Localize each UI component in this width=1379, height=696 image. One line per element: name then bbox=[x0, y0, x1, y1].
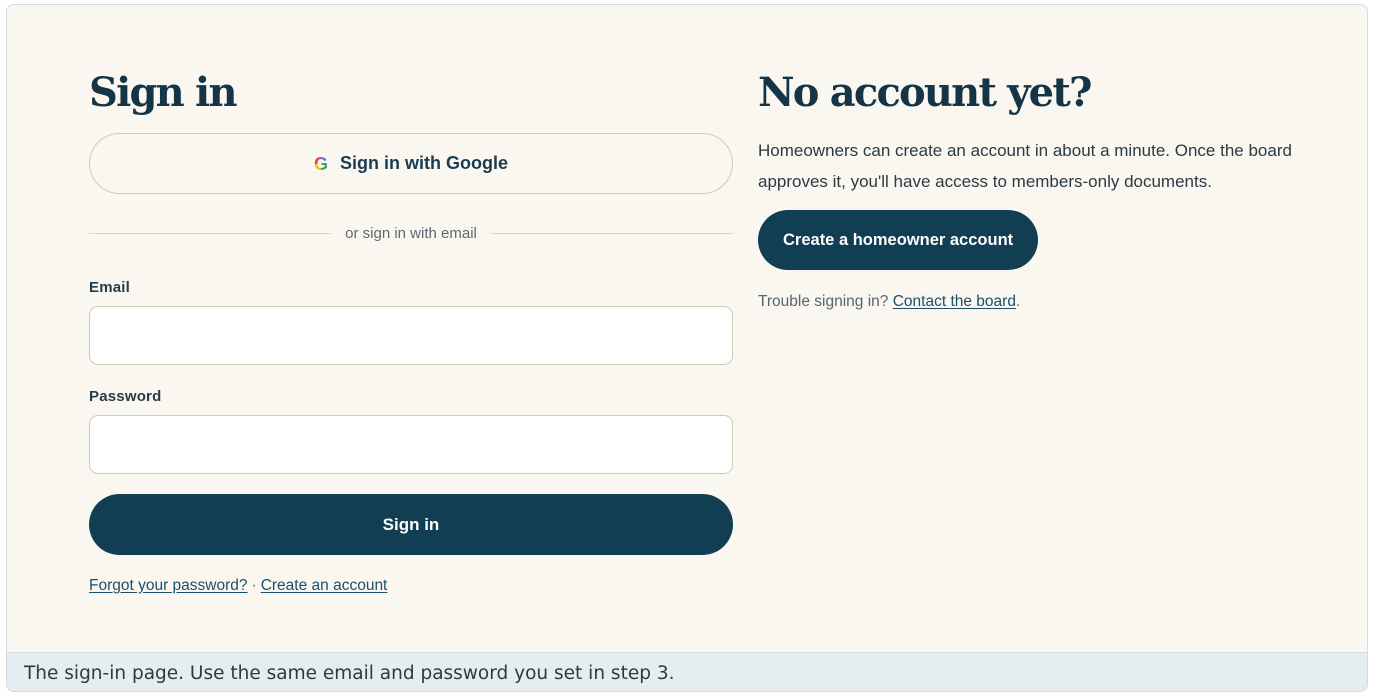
trouble-prefix: Trouble signing in? bbox=[758, 293, 889, 310]
signin-links: Forgot your password? · Create an account bbox=[89, 577, 387, 595]
divider-line-right bbox=[490, 232, 733, 234]
trouble-signing-in: Trouble signing in? Contact the board. bbox=[758, 293, 1020, 311]
forgot-password-link[interactable]: Forgot your password? bbox=[89, 577, 248, 594]
contact-board-link[interactable]: Contact the board bbox=[893, 293, 1016, 310]
google-signin-label: Sign in with Google bbox=[340, 153, 508, 173]
create-homeowner-account-button[interactable]: Create a homeowner account bbox=[758, 210, 1039, 270]
links-separator: · bbox=[251, 577, 257, 594]
email-label: Email bbox=[89, 279, 131, 296]
divider-line-left bbox=[89, 232, 332, 234]
signin-button[interactable]: Sign in bbox=[89, 494, 733, 555]
password-label: Password bbox=[89, 388, 162, 405]
signup-heading: No account yet? bbox=[758, 69, 1092, 116]
divider-text: or sign in with email bbox=[345, 224, 477, 242]
google-signin-button[interactable]: G Sign in with Google bbox=[89, 133, 733, 194]
trouble-suffix: . bbox=[1015, 293, 1021, 310]
signup-description: Homeowners can create an account in abou… bbox=[758, 135, 1367, 197]
signup-description-line-1: Homeowners can create an account in abou… bbox=[758, 141, 1292, 160]
signin-page: Sign in G Sign in with Google or sign in… bbox=[7, 5, 1367, 652]
signin-heading: Sign in bbox=[89, 69, 238, 116]
password-field[interactable] bbox=[89, 415, 733, 474]
signup-description-line-2: approves it, you'll have access to membe… bbox=[758, 172, 1212, 191]
email-field[interactable] bbox=[89, 306, 733, 365]
google-icon: G bbox=[313, 153, 328, 174]
figure-caption: The sign-in page. Use the same email and… bbox=[7, 652, 1367, 691]
email-divider: or sign in with email bbox=[89, 223, 733, 243]
create-account-link[interactable]: Create an account bbox=[261, 577, 388, 594]
screenshot-frame: Sign in G Sign in with Google or sign in… bbox=[6, 4, 1368, 692]
